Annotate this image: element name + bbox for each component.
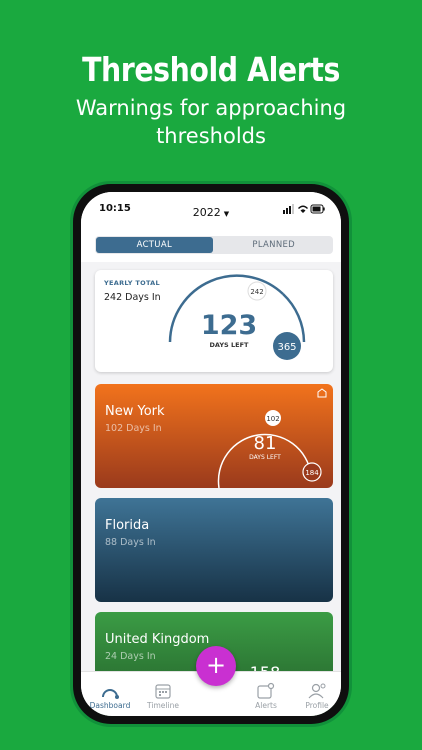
- status-icons: [283, 204, 325, 214]
- new-york-gauge: 102 81 DAYS LEFT 184: [217, 388, 327, 488]
- yearly-max: 365: [277, 342, 296, 353]
- location-card-new-york[interactable]: New York 102 Days In 102 81 DAYS LEFT 18…: [95, 384, 333, 488]
- location-days-in: 88 Days In: [105, 537, 156, 548]
- alert-icon: [257, 682, 275, 699]
- phone-frame: 10:15 2022 ▼ ACTUAL PLANNED YEARLY TOTAL …: [73, 184, 349, 724]
- tab-actual[interactable]: ACTUAL: [96, 237, 213, 253]
- tab-label: Dashboard: [89, 701, 131, 710]
- tab-timeline[interactable]: Timeline: [138, 683, 188, 710]
- status-bar: 10:15 2022 ▼: [81, 192, 341, 222]
- home-icon: [317, 388, 327, 398]
- calendar-icon: [155, 684, 171, 699]
- tab-label: Timeline: [147, 701, 179, 710]
- actual-planned-toggle: ACTUAL PLANNED: [95, 236, 333, 254]
- tab-dashboard[interactable]: Dashboard: [85, 685, 135, 710]
- tab-label: Alerts: [255, 701, 277, 710]
- profile-icon: [308, 683, 326, 699]
- yearly-progress-gauge: 242 123 DAYS LEFT 365: [168, 274, 306, 360]
- year-label: 2022: [192, 206, 221, 219]
- yearly-marker: 242: [250, 288, 263, 296]
- caret-down-icon: ▼: [223, 210, 230, 218]
- new-york-max: 184: [305, 469, 319, 477]
- tab-profile[interactable]: Profile: [292, 683, 341, 710]
- view-toggle-bar: ACTUAL PLANNED: [81, 222, 341, 262]
- add-button[interactable]: +: [196, 646, 236, 686]
- subheadline-text: Warnings for approaching thresholds: [75, 96, 347, 148]
- phone-screen: 10:15 2022 ▼ ACTUAL PLANNED YEARLY TOTAL …: [81, 192, 341, 716]
- plus-icon: +: [205, 651, 227, 679]
- tab-alerts[interactable]: Alerts: [241, 682, 291, 710]
- new-york-days-left: 81: [254, 433, 277, 454]
- location-card-florida[interactable]: Florida 88 Days In: [95, 498, 333, 602]
- subheadline: Warnings for approaching thresholds: [0, 94, 422, 150]
- yearly-days-left-label: DAYS LEFT: [210, 341, 249, 349]
- tab-label: Profile: [305, 701, 329, 710]
- dashboard-icon: [102, 689, 119, 699]
- new-york-marker: 102: [266, 415, 279, 423]
- yearly-total-card[interactable]: YEARLY TOTAL 242 Days In 242 123 DAYS LE…: [95, 270, 333, 372]
- new-york-days-left-label: DAYS LEFT: [249, 454, 281, 461]
- tab-planned[interactable]: PLANNED: [215, 237, 332, 253]
- location-name: Florida: [105, 518, 150, 533]
- headline: Threshold Alerts: [82, 50, 340, 89]
- yearly-days-left: 123: [201, 310, 257, 341]
